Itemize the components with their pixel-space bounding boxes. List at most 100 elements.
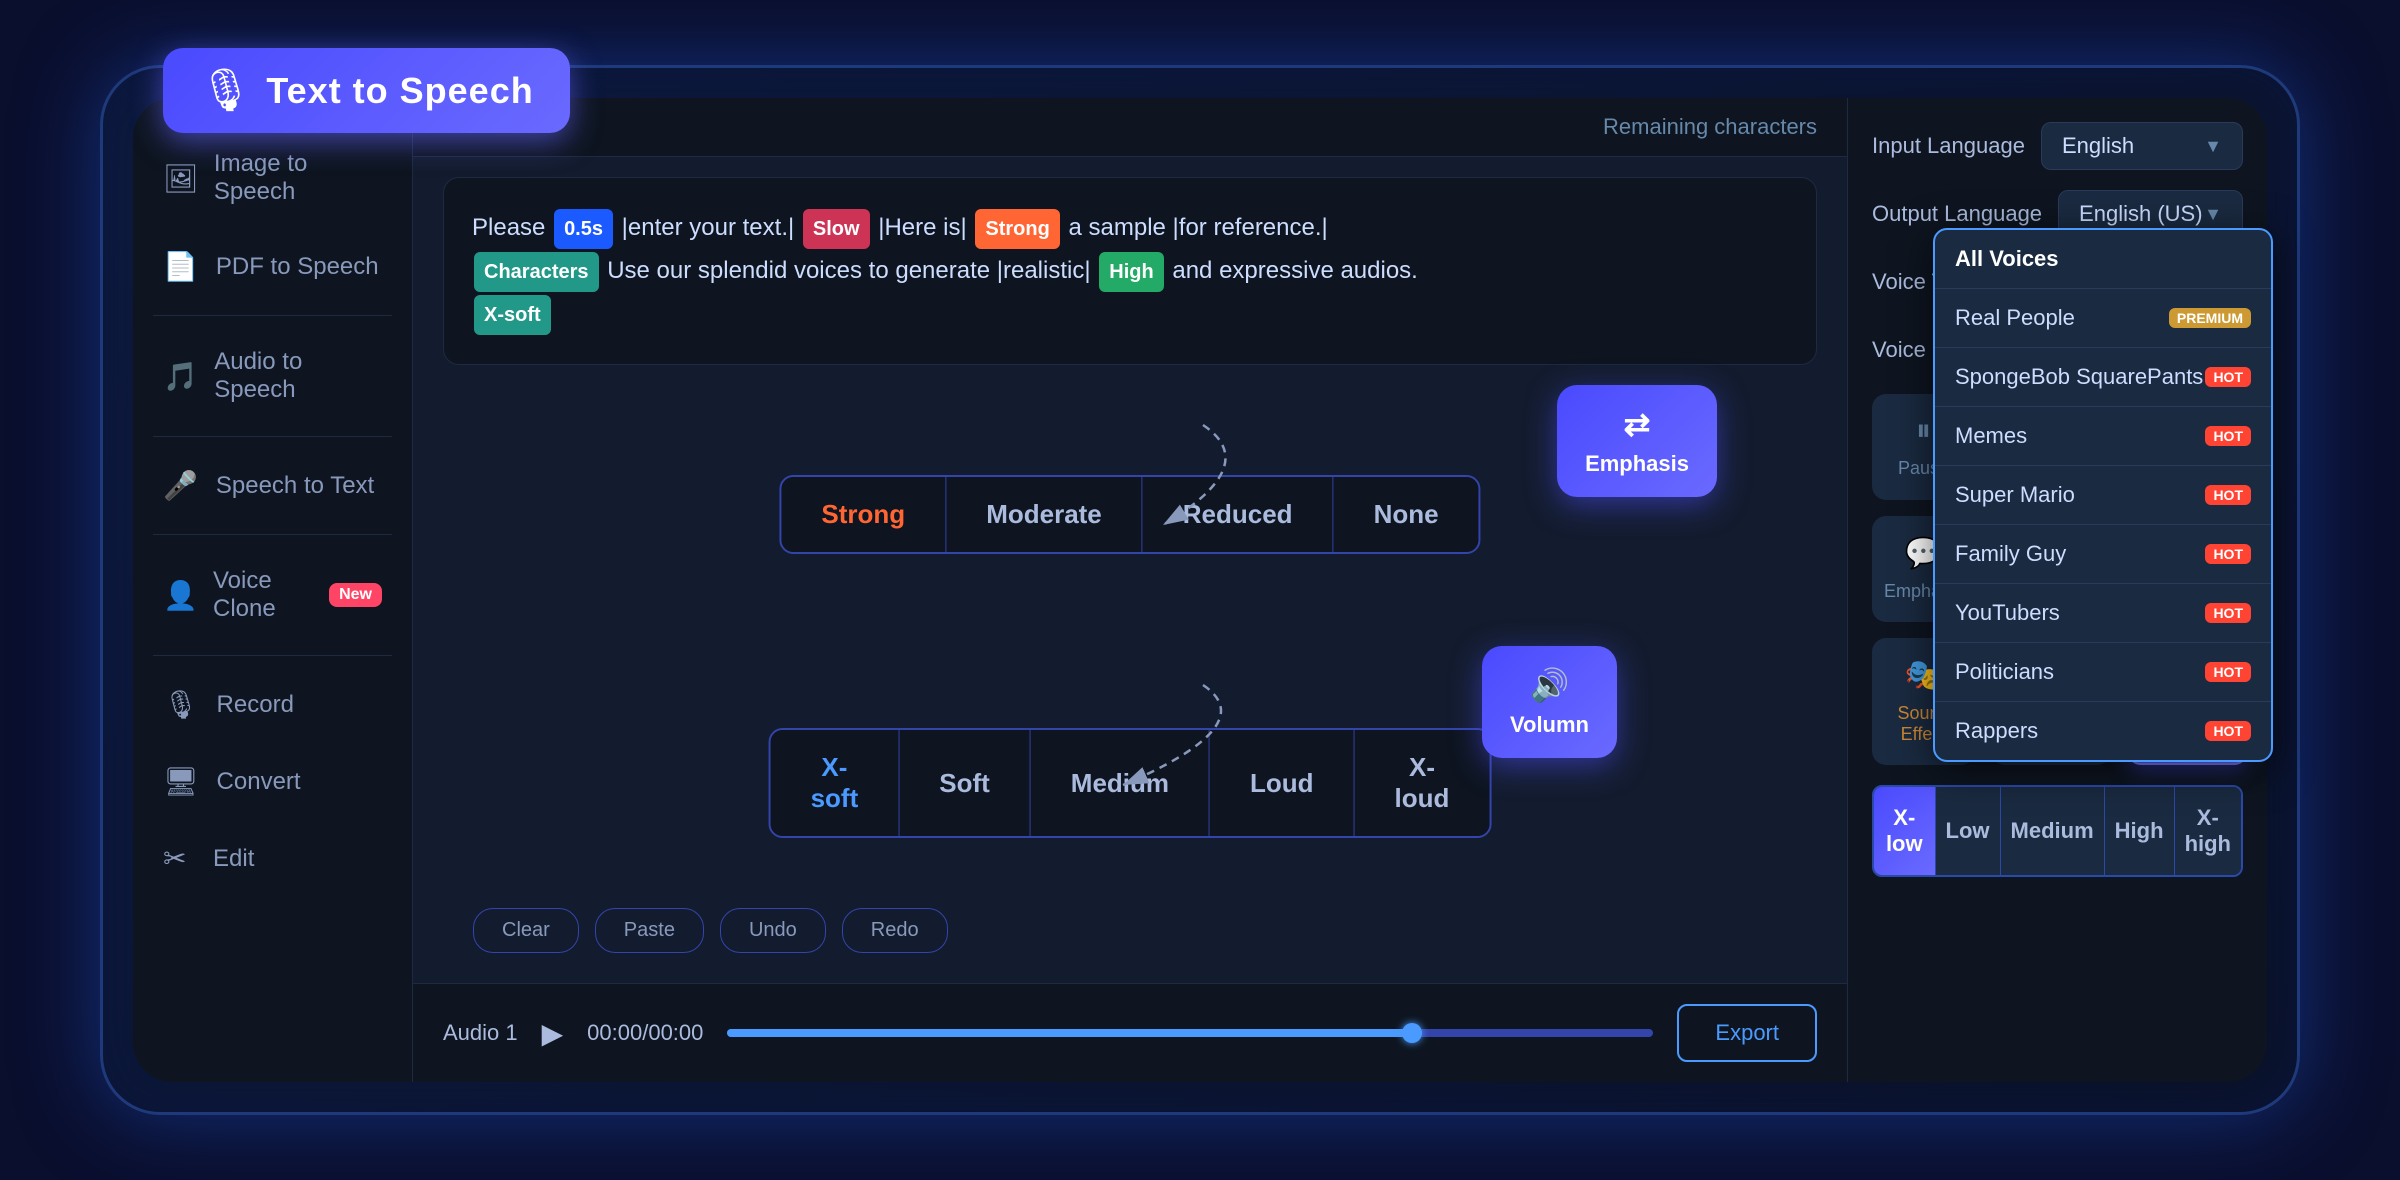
tag-strong: Strong bbox=[975, 209, 1059, 249]
hot-badge-memes: HOT bbox=[2205, 426, 2251, 446]
sidebar-item-audio-to-speech[interactable]: 🎵 Audio to Speech bbox=[133, 326, 412, 426]
volumn-btn-medium[interactable]: Medium bbox=[1031, 730, 1210, 836]
input-language-label: Input Language bbox=[1872, 133, 2025, 159]
volumn-row: X-soft Soft Medium Loud X-loud bbox=[769, 728, 1492, 838]
output-language-arrow: ▼ bbox=[2204, 204, 2222, 225]
editor-section: Please 0.5s |enter your text.| Slow |Her… bbox=[413, 157, 1847, 983]
image-icon: 🖼 bbox=[163, 162, 196, 195]
hot-badge-spongebob: HOT bbox=[2205, 367, 2251, 387]
dropdown-item-real-people[interactable]: Real People PREMIUM bbox=[1935, 289, 2267, 348]
emphasis-btn-none[interactable]: None bbox=[1334, 477, 1479, 552]
input-language-row: Input Language English ▼ bbox=[1872, 122, 2243, 170]
sidebar-item-convert[interactable]: 🖥 Convert bbox=[133, 743, 412, 820]
dropdown-label-real-people: Real People bbox=[1955, 305, 2075, 331]
audio-icon: 🎵 bbox=[163, 360, 196, 393]
volumn-btn-loud[interactable]: Loud bbox=[1210, 730, 1355, 836]
premium-badge-real-people: PREMIUM bbox=[2169, 308, 2251, 328]
sidebar-item-record[interactable]: 🎙 Record bbox=[133, 666, 412, 743]
text-segment-6: and expressive audios. bbox=[1172, 257, 1417, 284]
dropdown-label-youtubers: YouTubers bbox=[1955, 600, 2060, 626]
tag-05s: 0.5s bbox=[554, 209, 613, 249]
play-button[interactable]: ▶ bbox=[542, 1017, 564, 1050]
dropdown-item-all-voices[interactable]: All Voices bbox=[1935, 230, 2267, 289]
progress-thumb bbox=[1402, 1023, 1422, 1043]
pitch-btn-medium[interactable]: Medium bbox=[2001, 787, 2105, 875]
emphasis-btn-reduced[interactable]: Reduced bbox=[1143, 477, 1334, 552]
dropdown-item-family-guy[interactable]: Family Guy HOT bbox=[1935, 525, 2267, 584]
sidebar-label-pdf-to-speech: PDF to Speech bbox=[216, 253, 379, 281]
dropdown-item-politicians[interactable]: Politicians HOT bbox=[1935, 643, 2267, 702]
volumn-btn-xsoft[interactable]: X-soft bbox=[771, 730, 900, 836]
volumn-fab-container: 🔊 Volumn bbox=[1482, 646, 1617, 758]
dropdown-label-memes: Memes bbox=[1955, 423, 2027, 449]
dropdown-label-family-guy: Family Guy bbox=[1955, 541, 2066, 567]
remaining-chars-label: Remaining characters bbox=[1603, 114, 1817, 140]
sidebar-item-speech-to-text[interactable]: 🎤 Speech to Text bbox=[133, 447, 412, 524]
undo-button[interactable]: Undo bbox=[720, 908, 826, 953]
text-segment-1: Please bbox=[472, 214, 552, 241]
output-language-label: Output Language bbox=[1872, 201, 2042, 227]
emphasis-btn-moderate[interactable]: Moderate bbox=[946, 477, 1143, 552]
pause-icon: ⏸ bbox=[1916, 414, 1931, 448]
emphasis-btn-row: Strong Moderate Reduced None bbox=[779, 475, 1480, 554]
sidebar-label-image-to-speech: Image to Speech bbox=[214, 150, 382, 206]
sidebar-item-voice-clone[interactable]: 👤 Voice Clone New bbox=[133, 545, 412, 645]
volumn-btn-row: X-soft Soft Medium Loud X-loud bbox=[769, 728, 1492, 838]
record-icon: 🎙 bbox=[163, 688, 199, 721]
pitch-btn-xlow[interactable]: X-low bbox=[1874, 787, 1936, 875]
input-language-select[interactable]: English ▼ bbox=[2041, 122, 2243, 170]
dropdown-item-spongebob[interactable]: SpongeBob SquarePants HOT bbox=[1935, 348, 2267, 407]
emphasis-btn-strong[interactable]: Strong bbox=[781, 477, 946, 552]
controls-area: ⇄ Emphasis Strong Moderate Reduced None bbox=[443, 365, 1817, 898]
pitch-btn-xhigh[interactable]: X-high bbox=[2175, 787, 2241, 875]
logo-badge: 🎙 Text to Speech bbox=[163, 48, 570, 133]
dropdown-label-rappers: Rappers bbox=[1955, 718, 2038, 744]
tag-slow: Slow bbox=[803, 209, 870, 249]
hot-badge-politicians: HOT bbox=[2205, 662, 2251, 682]
hot-badge-family-guy: HOT bbox=[2205, 544, 2251, 564]
redo-button[interactable]: Redo bbox=[842, 908, 948, 953]
dropdown-item-youtubers[interactable]: YouTubers HOT bbox=[1935, 584, 2267, 643]
text-display[interactable]: Please 0.5s |enter your text.| Slow |Her… bbox=[443, 177, 1817, 365]
content-area: Remaining characters Please 0.5s |enter … bbox=[413, 98, 1847, 1082]
output-language-value: English (US) bbox=[2079, 201, 2202, 227]
sidebar-item-edit[interactable]: ✂ Edit bbox=[133, 820, 412, 897]
emphasis-fab[interactable]: ⇄ Emphasis bbox=[1557, 385, 1717, 497]
emphasis-fab-label: Emphasis bbox=[1585, 451, 1689, 477]
emphasis-fab-container: ⇄ Emphasis bbox=[1557, 385, 1717, 497]
tag-high: High bbox=[1099, 252, 1163, 292]
volumn-fab[interactable]: 🔊 Volumn bbox=[1482, 646, 1617, 758]
sidebar-label-audio-to-speech: Audio to Speech bbox=[214, 348, 382, 404]
export-button[interactable]: Export bbox=[1677, 1004, 1817, 1062]
dropdown-item-rappers[interactable]: Rappers HOT bbox=[1935, 702, 2267, 760]
paste-button[interactable]: Paste bbox=[595, 908, 704, 953]
sidebar-label-edit: Edit bbox=[213, 845, 254, 873]
main-app: 🖼 Image to Speech 📄 PDF to Speech 🎵 Audi… bbox=[133, 98, 2267, 1082]
dropdown-item-memes[interactable]: Memes HOT bbox=[1935, 407, 2267, 466]
sidebar-item-image-to-speech[interactable]: 🖼 Image to Speech bbox=[133, 128, 412, 228]
dropdown-item-super-mario[interactable]: Super Mario HOT bbox=[1935, 466, 2267, 525]
edit-icon: ✂ bbox=[163, 842, 195, 875]
logo-text: Text to Speech bbox=[266, 70, 533, 112]
clear-button[interactable]: Clear bbox=[473, 908, 579, 953]
hot-badge-youtubers: HOT bbox=[2205, 603, 2251, 623]
pitch-btn-high[interactable]: High bbox=[2105, 787, 2175, 875]
sidebar: 🖼 Image to Speech 📄 PDF to Speech 🎵 Audi… bbox=[133, 98, 413, 1082]
text-segment-3: |Here is| bbox=[878, 214, 973, 241]
volumn-btn-xloud[interactable]: X-loud bbox=[1355, 730, 1490, 836]
emphasis-fab-icon: ⇄ bbox=[1624, 405, 1651, 443]
text-segment-4: a sample |for reference.| bbox=[1069, 214, 1328, 241]
progress-fill bbox=[727, 1029, 1422, 1037]
pitch-selector: X-low Low Medium High X-high bbox=[1872, 785, 2243, 877]
sidebar-label-convert: Convert bbox=[217, 768, 301, 796]
tag-characters: Characters bbox=[474, 252, 599, 292]
progress-bar[interactable] bbox=[727, 1029, 1653, 1037]
volumn-btn-soft[interactable]: Soft bbox=[899, 730, 1031, 836]
emphasis-row: Strong Moderate Reduced None bbox=[779, 475, 1480, 554]
outer-shell: 🎙 Text to Speech 🖼 Image to Speech 📄 PDF… bbox=[100, 65, 2300, 1115]
new-badge: New bbox=[329, 583, 382, 607]
pitch-btn-low[interactable]: Low bbox=[1936, 787, 2001, 875]
sidebar-item-pdf-to-speech[interactable]: 📄 PDF to Speech bbox=[133, 228, 412, 305]
tag-xsoft: X-soft bbox=[474, 295, 551, 335]
bottom-toolbar: Clear Paste Undo Redo bbox=[443, 898, 1817, 963]
